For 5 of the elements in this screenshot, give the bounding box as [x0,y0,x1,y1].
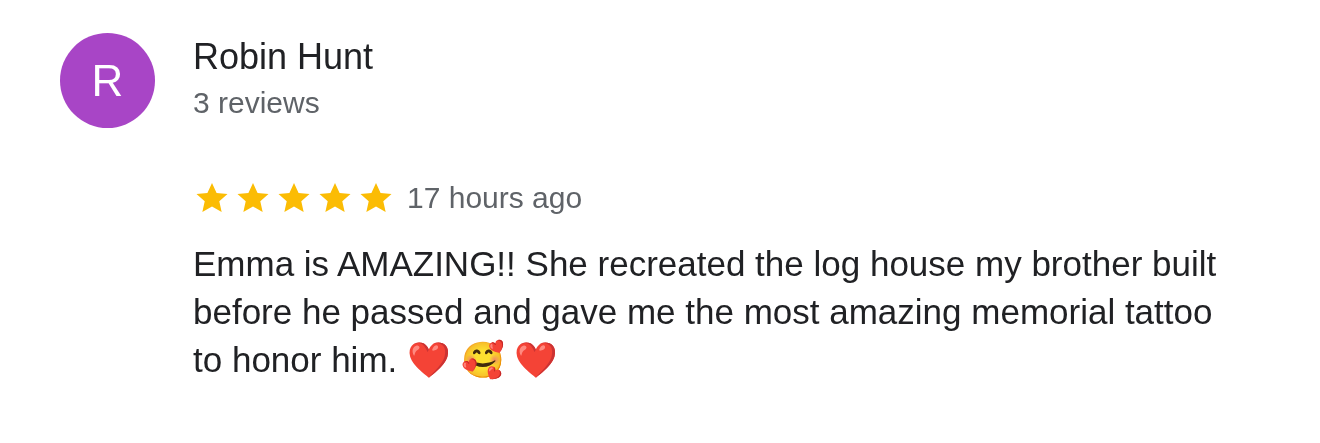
review-count: 3 reviews [193,85,321,121]
avatar: R [60,33,155,128]
review-text: Emma is AMAZING!! She recreated the log house my brother built before he passed and gave me the most amazing memorial tattoo to honor him. ❤ 🥰 ❤ [193,243,1218,382]
author-name: Robin Hunt [193,35,375,79]
review-time: 17 hours ago [407,180,583,216]
